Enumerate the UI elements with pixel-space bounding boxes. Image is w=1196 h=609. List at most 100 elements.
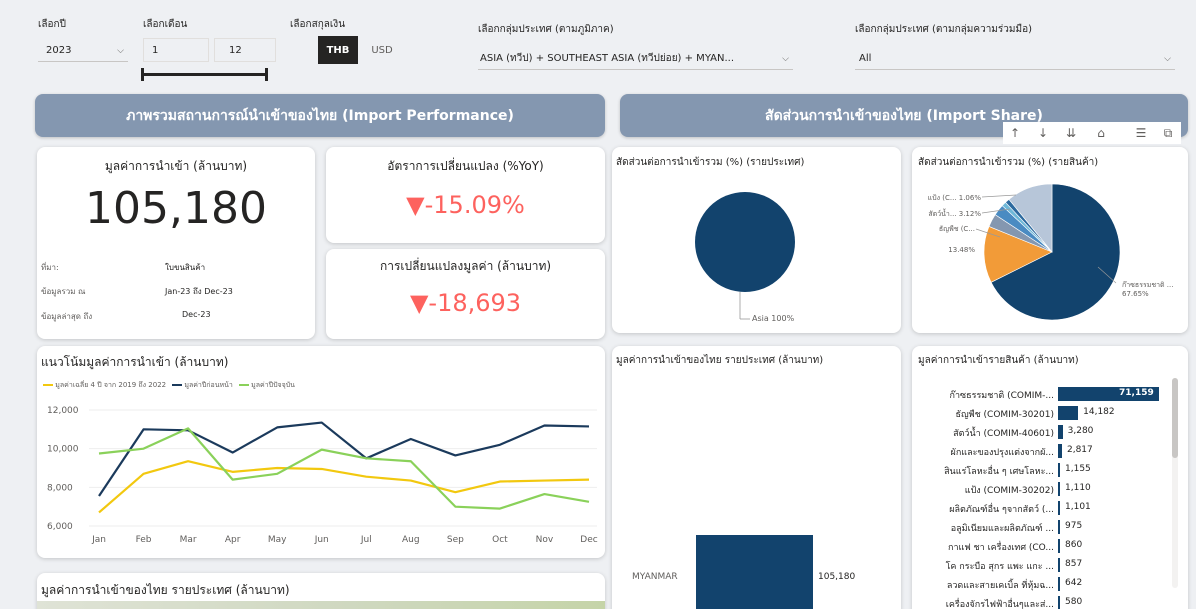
kpi-import-value: 105,180: [85, 183, 267, 234]
region-filter-label: เลือกกลุ่มประเทศ (ตามภูมิภาค): [478, 24, 614, 35]
country-bar-card: มูลค่าการนำเข้าของไทย รายประเทศ (ล้านบาท…: [612, 346, 901, 609]
product-bar-card: มูลค่าการนำเข้ารายสินค้า (ล้านบาท) ก๊าซธ…: [912, 346, 1188, 609]
drill-down-icon[interactable]: ⇊: [1063, 125, 1079, 141]
product-bar-value: 1,101: [1065, 502, 1091, 512]
y-tick-label: 12,000: [47, 406, 79, 416]
country-bar-title: มูลค่าการนำเข้าของไทย รายประเทศ (ล้านบาท…: [616, 355, 824, 366]
product-bar-value: 1,110: [1065, 483, 1091, 493]
pie-leader-line: [981, 194, 1017, 198]
import-share-title: สัดส่วนการนำเข้าของไทย (Import Share): [765, 107, 1043, 124]
product-scrollbar-track[interactable]: [1172, 378, 1178, 588]
pie-product-chart: [975, 183, 1121, 321]
latest-data-value: Dec-23: [182, 310, 211, 319]
coop-filter-label: เลือกกลุ่มประเทศ (ตามกลุ่มความร่วมมือ): [855, 24, 1032, 35]
x-tick-label: Sep: [447, 535, 464, 545]
visual-header-toolbar: [1003, 122, 1181, 144]
product-bar[interactable]: [1058, 577, 1060, 591]
product-bar-value: 71,159: [1119, 388, 1154, 398]
product-bar[interactable]: [1058, 539, 1060, 553]
pie-label-gas-pct: 67.65%: [1122, 290, 1149, 298]
month-slider-handle-start[interactable]: [141, 68, 144, 81]
kpi-import-value-title: มูลค่าการนำเข้า (ล้านบาท): [104, 159, 248, 173]
product-bar[interactable]: [1058, 596, 1060, 609]
currency-thb-button[interactable]: THB: [318, 36, 358, 64]
product-bar-label: ผลิตภัณฑ์อื่น ๆจากสัตว์ (...: [949, 505, 1054, 515]
country-bar-category: MYANMAR: [632, 572, 678, 582]
product-bar-label: โค กระบือ สุกร แพะ แกะ ...: [945, 562, 1054, 572]
product-bar-label: ลวดและสายเคเบิ้ล ที่หุ้มฉ...: [946, 581, 1054, 591]
chevron-down-icon: ⌵: [117, 45, 124, 56]
filter-icon[interactable]: ☰: [1133, 125, 1149, 141]
kpi-yoy-title: อัตราการเปลี่ยนแปลง (%YoY): [387, 159, 544, 173]
region-dropdown[interactable]: ASIA (ทวีป) + SOUTHEAST ASIA (ทวีปย่อย) …: [478, 48, 793, 70]
product-bar[interactable]: [1058, 520, 1060, 534]
expand-hierarchy-icon[interactable]: ⌂: [1093, 125, 1109, 141]
pie-label-flour: แป้ง (C... 1.06%: [927, 194, 981, 202]
x-tick-label: Nov: [536, 535, 554, 545]
country-bar-value: 105,180: [818, 572, 856, 582]
product-bar-label: ธัญพืช (COMIM-30201): [955, 410, 1054, 420]
pie-country-label: Asia 100%: [752, 314, 795, 323]
source-label: ที่มา:: [41, 263, 59, 272]
product-bar-label: กาแฟ ชา เครื่องเทศ (CO...: [948, 543, 1054, 553]
year-dropdown[interactable]: 2023 ⌵: [38, 40, 128, 62]
product-bar-chart: ก๊าซธรรมชาติ (COMIM-... 71,159 ธัญพืช (COM…: [912, 346, 1188, 609]
data-range-value: Jan-23 ถึง Dec-23: [165, 287, 233, 296]
kpi-change-value: ▼-18,693: [409, 289, 522, 317]
x-tick-label: Jun: [314, 535, 329, 545]
pie-country-card: สัดส่วนต่อการนำเข้ารวม (%) (รายประเทศ) A…: [612, 147, 901, 333]
trend-chart-card: แนวโน้มมูลค่าการนำเข้า (ล้านบาท) มูลค่าเ…: [37, 346, 605, 558]
pie-label-cereal: ธัญพืช (C...: [938, 225, 975, 233]
focus-mode-icon[interactable]: ⧉: [1160, 125, 1176, 141]
import-performance-title: ภาพรวมสถานการณ์นำเข้าของไทย (Import Perf…: [126, 107, 514, 124]
product-bar[interactable]: [1058, 444, 1062, 458]
map-title: มูลค่าการนำเข้าของไทย รายประเทศ (ล้านบาท…: [41, 583, 290, 597]
product-bar-label: สัตว์น้ำ (COMIM-40601): [953, 429, 1054, 439]
month-slider-handle-end[interactable]: [265, 68, 268, 81]
year-value: 2023: [46, 45, 72, 56]
pie-slice-asia[interactable]: [695, 192, 795, 292]
product-bar-label: สินแร่โลหะอื่น ๆ เศษโลหะ...: [944, 467, 1054, 477]
y-tick-label: 10,000: [47, 445, 79, 455]
product-scrollbar-thumb[interactable]: [1172, 378, 1178, 458]
product-bar-label: แป้ง (COMIM-30202): [964, 486, 1054, 496]
product-bar-value: 857: [1065, 559, 1083, 569]
kpi-yoy-card: อัตราการเปลี่ยนแปลง (%YoY) ▼-15.09%: [326, 147, 605, 243]
product-bar-label: ผักและของปรุงแต่งจากผั...: [950, 448, 1054, 458]
product-bar-value: 14,182: [1083, 407, 1115, 417]
product-bar[interactable]: [1058, 425, 1063, 439]
kpi-change-title: การเปลี่ยนแปลงมูลค่า (ล้านบาท): [379, 259, 552, 273]
coop-value: All: [859, 53, 872, 64]
product-bar[interactable]: [1058, 501, 1060, 515]
month-filter-label: เลือกเดือน: [143, 19, 188, 30]
chevron-down-icon: ⌵: [1164, 53, 1171, 64]
series-line-previous-year[interactable]: [98, 421, 590, 497]
map-canvas[interactable]: [37, 601, 605, 609]
product-bar[interactable]: [1058, 406, 1079, 420]
product-bar-label: เครื่องจักรไฟฟ้าอื่นๆและส่...: [945, 600, 1054, 609]
kpi-change-card: การเปลี่ยนแปลงมูลค่า (ล้านบาท) ▼-18,693: [326, 249, 605, 339]
product-bar[interactable]: [1058, 558, 1060, 572]
data-range-label: ข้อมูลรวม ณ: [41, 287, 86, 296]
x-tick-label: May: [268, 535, 287, 545]
sort-down-icon[interactable]: ↓: [1035, 125, 1051, 141]
region-value: ASIA (ทวีป) + SOUTHEAST ASIA (ทวีปย่อย) …: [480, 53, 735, 64]
sort-up-icon[interactable]: ↑: [1007, 125, 1023, 141]
country-bar-myanmar[interactable]: [696, 535, 813, 609]
product-bar[interactable]: [1058, 482, 1060, 496]
product-bar-label: อลูมิเนียมและผลิตภัณฑ์ ...: [950, 524, 1054, 534]
month-slider-track[interactable]: [143, 73, 267, 76]
month-to-input[interactable]: 12: [214, 38, 276, 62]
currency-usd-button[interactable]: USD: [362, 36, 402, 64]
product-bar-value: 2,817: [1066, 445, 1093, 455]
year-filter-label: เลือกปี: [38, 19, 66, 30]
coop-dropdown[interactable]: All ⌵: [855, 48, 1175, 70]
pie-country-chart: [695, 192, 795, 320]
currency-filter-label: เลือกสกุลเงิน: [290, 19, 346, 30]
y-tick-label: 6,000: [47, 522, 73, 532]
x-tick-label: Oct: [492, 535, 508, 545]
month-from-input[interactable]: 1: [143, 38, 209, 62]
x-tick-label: Feb: [136, 535, 152, 545]
product-bar-value: 975: [1065, 521, 1083, 531]
product-bar[interactable]: [1058, 463, 1060, 477]
